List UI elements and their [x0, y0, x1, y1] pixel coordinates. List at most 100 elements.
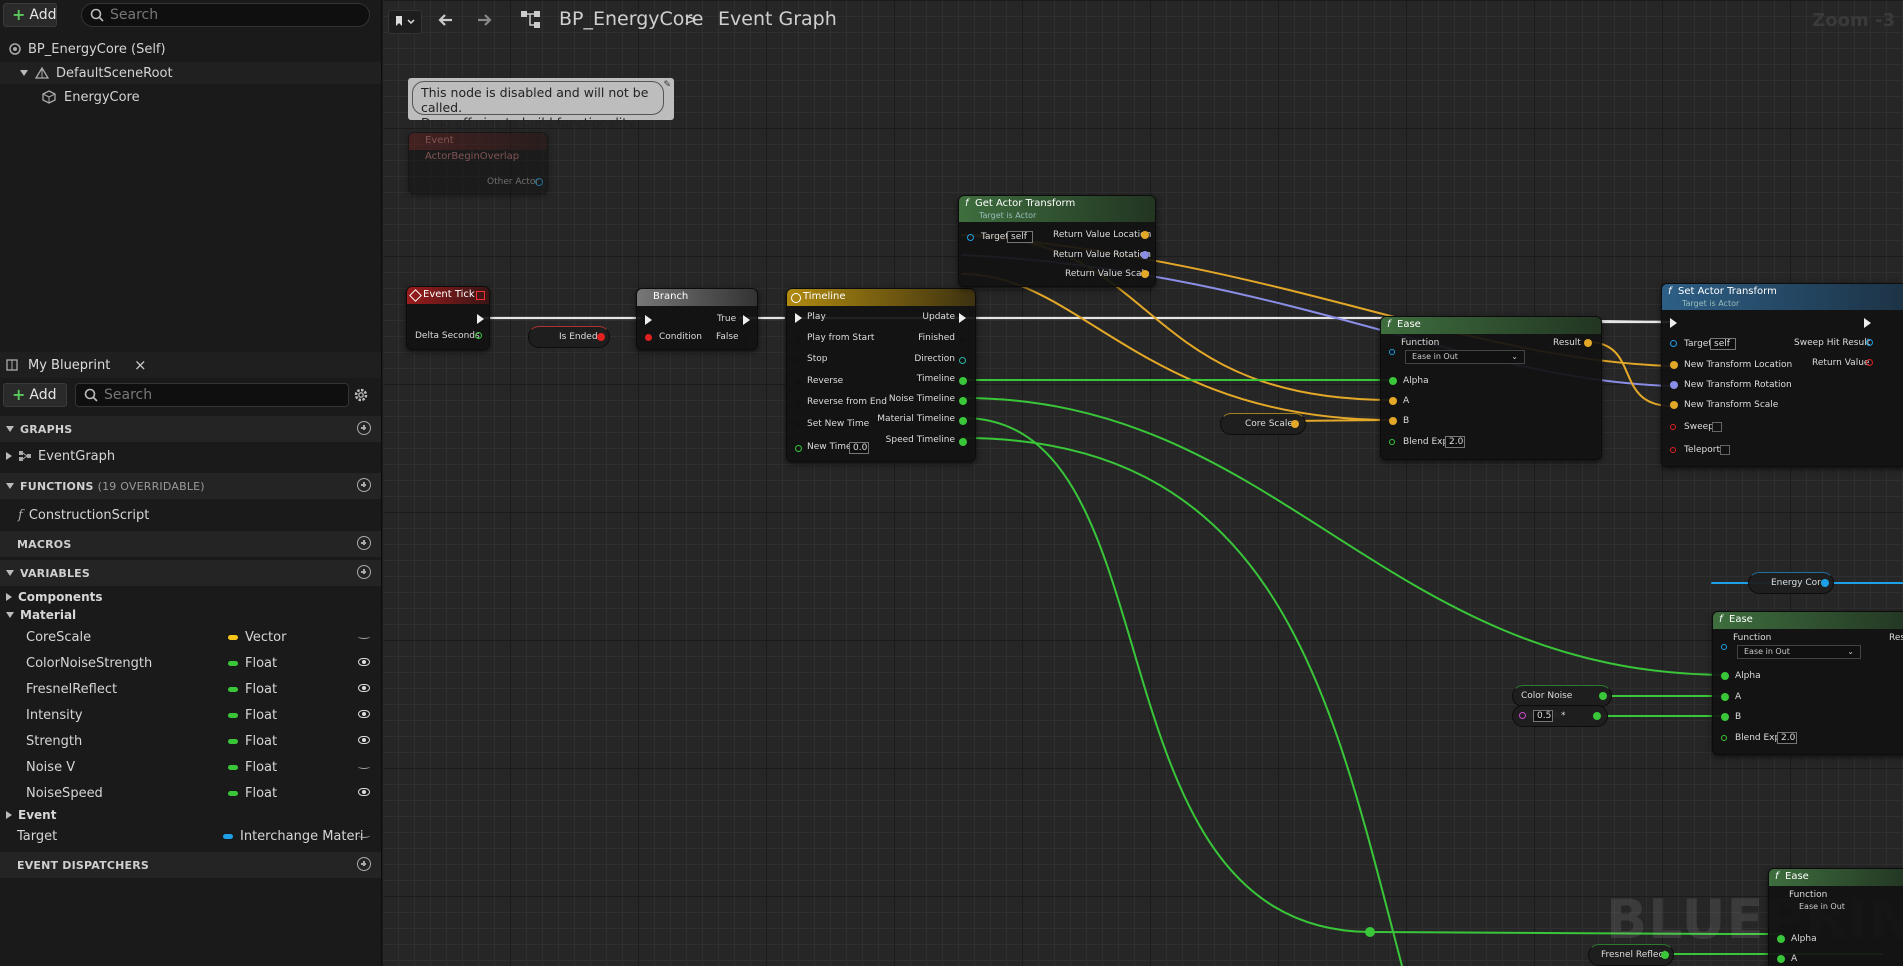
exec-in-pin[interactable] [795, 334, 802, 344]
variable-type[interactable]: Float [245, 760, 277, 775]
rotator-pin[interactable] [1670, 381, 1678, 389]
add-dispatcher-icon[interactable] [357, 857, 371, 871]
function-dropdown[interactable]: Ease in Out ⌄ [1405, 350, 1525, 364]
target-field[interactable]: self [1007, 231, 1033, 243]
float-pin[interactable] [1389, 377, 1397, 385]
forward-arrow-icon[interactable] [474, 10, 494, 30]
float-pin[interactable] [1721, 693, 1729, 701]
exec-out-pin[interactable] [959, 334, 966, 344]
bookmark-button[interactable] [388, 10, 422, 34]
add-function-icon[interactable] [357, 478, 371, 492]
bool-pin[interactable] [1670, 424, 1676, 430]
section-macros[interactable]: MACROS [0, 531, 381, 557]
node-core-scale[interactable]: Core Scale [1220, 413, 1306, 435]
node-branch[interactable]: Branch True Condition False [636, 288, 758, 350]
eye-closed-icon[interactable] [358, 634, 370, 639]
variable-row[interactable]: Strength Float [0, 730, 381, 754]
exec-out-pin[interactable] [477, 314, 484, 324]
expand-arrow-icon[interactable] [6, 452, 12, 460]
variable-row[interactable]: Intensity Float [0, 704, 381, 728]
rotator-pin[interactable] [1141, 251, 1149, 259]
exec-out-pin[interactable] [959, 313, 966, 323]
node-get-actor-transform[interactable]: Get Actor Transform Target is Actor f Ta… [958, 195, 1156, 287]
variable-type[interactable]: Interchange Materi [240, 829, 363, 844]
float-pin[interactable] [959, 397, 967, 405]
float-pin[interactable] [1599, 692, 1607, 700]
teleport-checkbox[interactable] [1720, 445, 1730, 455]
eye-icon[interactable] [358, 710, 370, 718]
float-pin[interactable] [1777, 955, 1785, 963]
exec-out-pin[interactable] [743, 333, 750, 343]
add-member-button[interactable]: + Add [3, 383, 67, 407]
hierarchy-icon[interactable] [520, 9, 544, 31]
bool-pin[interactable] [1670, 447, 1676, 453]
variable-type[interactable]: Float [245, 656, 277, 671]
vector-pin[interactable] [1141, 231, 1149, 239]
new-time-field[interactable]: 0.0 [849, 442, 869, 454]
var-category-material[interactable]: Material [0, 604, 381, 626]
object-pin[interactable] [967, 234, 974, 241]
variable-type[interactable]: Float [245, 786, 277, 801]
variable-type[interactable]: Vector [245, 630, 286, 645]
function-item-constructionscript[interactable]: f ConstructionScript [0, 504, 381, 526]
float-pin[interactable] [1721, 735, 1727, 741]
exec-out-pin[interactable] [743, 315, 750, 325]
exec-out-pin[interactable] [1864, 318, 1871, 328]
object-pin[interactable] [1821, 579, 1829, 587]
collapse-arrow-icon[interactable] [20, 70, 28, 76]
function-dropdown[interactable]: Ease in Out ⌄ [1737, 645, 1861, 659]
section-functions[interactable]: FUNCTIONS (19 OVERRIDABLE) [0, 473, 381, 499]
float-pin[interactable] [959, 438, 967, 446]
float-pin[interactable] [1593, 712, 1601, 720]
node-set-actor-transform[interactable]: Set Actor Transform Target is Actor f Ta… [1661, 283, 1903, 467]
eye-closed-icon[interactable] [358, 764, 370, 769]
variable-row[interactable]: CoreScale Vector [0, 626, 381, 650]
my-blueprint-tab[interactable]: My Blueprint × [0, 352, 381, 378]
exec-in-pin[interactable] [795, 377, 802, 387]
exec-in-pin[interactable] [795, 398, 802, 408]
blend-exp-field[interactable]: 2.0 [1445, 436, 1465, 448]
node-ease-1[interactable]: Ease f Function Ease in Out ⌄ Result Alph… [1380, 316, 1602, 460]
exec-in-pin[interactable] [645, 315, 652, 325]
float-pin[interactable] [1721, 672, 1729, 680]
close-tab-icon[interactable]: × [134, 356, 147, 374]
variable-row[interactable]: FresnelReflect Float [0, 678, 381, 702]
my-blueprint-search-input[interactable]: Search [75, 383, 349, 407]
float-pin[interactable] [959, 377, 967, 385]
pin-icon[interactable]: ✎ [663, 80, 671, 90]
bool-pin[interactable] [1866, 359, 1873, 366]
node-multiply[interactable]: 0.5 * [1512, 705, 1608, 727]
float-pin[interactable] [475, 332, 482, 339]
graph-item-eventgraph[interactable]: EventGraph [0, 445, 381, 467]
tree-item-defaultsceneroot[interactable]: DefaultSceneRoot [0, 62, 381, 84]
section-variables[interactable]: VARIABLES [0, 560, 381, 586]
graph-canvas[interactable]: BP_EnergyCore > Event Graph Zoom -3 BLUE… [382, 0, 1903, 966]
node-color-noise-strength[interactable]: Color Noise Strength [1512, 685, 1612, 721]
vector-pin[interactable] [1141, 270, 1149, 278]
float-pin[interactable] [1721, 713, 1729, 721]
exec-out-pin[interactable] [535, 159, 542, 169]
float-pin[interactable] [1389, 439, 1395, 445]
eye-icon[interactable] [358, 736, 370, 744]
node-is-ended[interactable]: Is Ended [528, 326, 610, 348]
exec-in-pin[interactable] [795, 420, 802, 430]
variable-row[interactable]: ColorNoiseStrength Float [0, 652, 381, 676]
add-graph-icon[interactable] [357, 421, 371, 435]
variable-type[interactable]: Float [245, 682, 277, 697]
node-timeline[interactable]: Timeline Play Play from Start Stop Reverse R… [786, 288, 976, 462]
float-pin[interactable] [795, 445, 802, 452]
vector-pin[interactable] [1670, 401, 1678, 409]
add-macro-icon[interactable] [357, 536, 371, 550]
float-pin[interactable] [1777, 935, 1785, 943]
node-event-tick[interactable]: Event Tick Delta Seconds [406, 286, 490, 350]
add-component-button[interactable]: + Add [3, 3, 57, 27]
vector-pin[interactable] [1670, 361, 1678, 369]
enum-pin[interactable] [1721, 644, 1727, 650]
add-variable-icon[interactable] [357, 565, 371, 579]
settings-gear-icon[interactable] [352, 386, 370, 404]
variable-type[interactable]: Float [245, 734, 277, 749]
object-pin[interactable] [535, 178, 543, 186]
eye-icon[interactable] [358, 684, 370, 692]
variable-row-target[interactable]: Target Interchange Materi [0, 825, 381, 849]
float-pin[interactable] [959, 417, 967, 425]
